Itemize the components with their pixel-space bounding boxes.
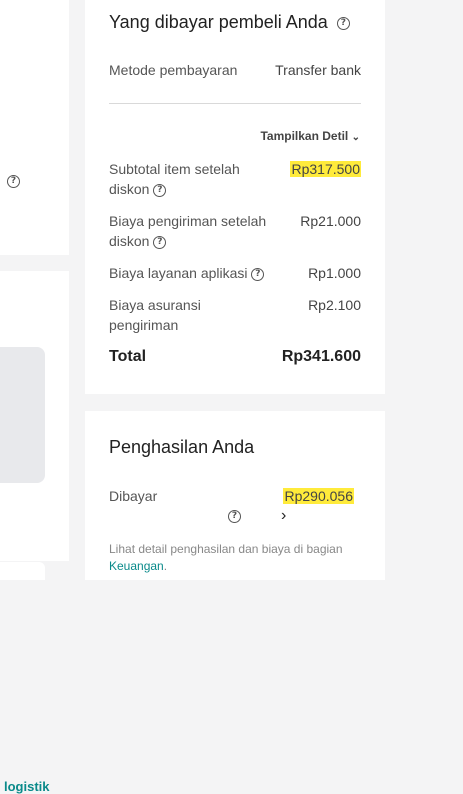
insurance-fee-label-line1: Biaya asuransi bbox=[109, 297, 201, 313]
earnings-panel: Penghasilan Anda Dibayar Rp290.056 ? › L… bbox=[85, 411, 385, 580]
insurance-fee-value: Rp2.100 bbox=[308, 297, 361, 313]
divider bbox=[109, 103, 361, 104]
subtotal-label-line2: diskon bbox=[109, 181, 150, 197]
help-icon[interactable]: ? bbox=[336, 16, 350, 30]
finance-link[interactable]: Keuangan bbox=[109, 559, 164, 573]
help-icon[interactable]: ? bbox=[153, 235, 167, 249]
shipping-fee-label-line2: diskon bbox=[109, 233, 150, 249]
shipping-fee-label-line1: Biaya pengiriman setelah bbox=[109, 213, 267, 229]
insurance-fee-label: Biaya asuransi pengiriman bbox=[109, 295, 201, 335]
earnings-note: Lihat detail penghasilan dan biaya di ba… bbox=[109, 541, 369, 575]
earnings-note-text: Lihat detail penghasilan dan biaya di ba… bbox=[109, 542, 343, 556]
left-card-top: ? bbox=[0, 0, 69, 255]
total-label: Total bbox=[109, 348, 147, 365]
help-icon[interactable]: ? bbox=[228, 510, 241, 523]
subtotal-label: Subtotal item setelah diskon ? bbox=[109, 159, 240, 199]
paid-value: Rp290.056 bbox=[283, 486, 354, 506]
shipping-fee-value: Rp21.000 bbox=[300, 213, 361, 229]
earnings-title: Penghasilan Anda bbox=[109, 437, 255, 457]
help-icon[interactable]: ? bbox=[7, 175, 20, 188]
service-fee-label: Biaya layanan aplikasi ? bbox=[109, 263, 265, 283]
left-card-middle: logistik bbox=[0, 271, 69, 794]
paid-value-text: Rp290.056 bbox=[283, 488, 354, 504]
service-fee-value: Rp1.000 bbox=[308, 265, 361, 281]
subtotal-value: Rp317.500 bbox=[290, 159, 361, 179]
left-gray-box bbox=[0, 347, 45, 483]
left-card-bottom bbox=[0, 562, 45, 580]
help-icon[interactable]: ? bbox=[153, 183, 167, 197]
service-fee-label-text: Biaya layanan aplikasi bbox=[109, 265, 248, 281]
show-details-label: Tampilkan Detil bbox=[260, 129, 349, 143]
shipping-fee-label: Biaya pengiriman setelah diskon ? bbox=[109, 211, 266, 251]
buyer-paid-title-text: Yang dibayar pembeli Anda bbox=[109, 12, 328, 32]
earnings-note-end: . bbox=[163, 559, 168, 573]
payment-method-label: Metode pembayaran bbox=[109, 62, 238, 78]
logistik-link[interactable]: logistik bbox=[4, 779, 50, 794]
chevron-down-icon: ⌄ bbox=[351, 132, 360, 143]
buyer-paid-title: Yang dibayar pembeli Anda ? bbox=[109, 12, 350, 33]
insurance-fee-label-line2: pengiriman bbox=[109, 317, 179, 333]
payment-method-value: Transfer bank bbox=[275, 62, 361, 78]
buyer-paid-panel: Yang dibayar pembeli Anda ? Metode pemba… bbox=[85, 0, 385, 394]
chevron-right-icon[interactable]: › bbox=[281, 507, 286, 525]
show-details-toggle[interactable]: Tampilkan Detil ⌄ bbox=[260, 129, 360, 143]
help-icon[interactable]: ? bbox=[251, 267, 265, 281]
subtotal-value-text: Rp317.500 bbox=[290, 161, 361, 177]
paid-label: Dibayar bbox=[109, 488, 158, 504]
total-value: Rp341.600 bbox=[281, 348, 361, 365]
subtotal-label-line1: Subtotal item setelah bbox=[109, 161, 240, 177]
